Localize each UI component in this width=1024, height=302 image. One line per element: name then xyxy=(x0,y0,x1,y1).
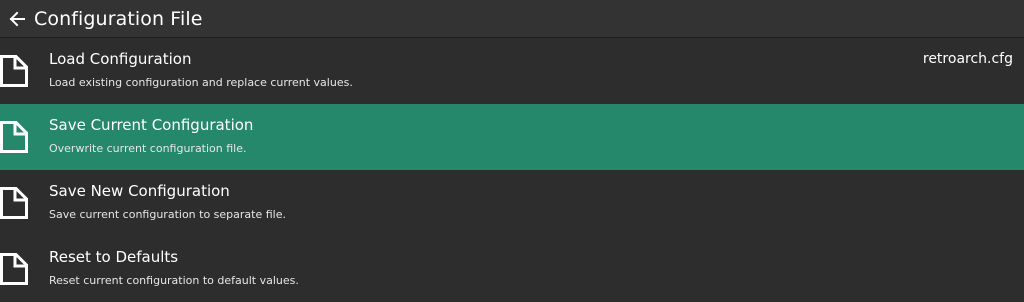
file-icon xyxy=(0,121,28,153)
menu-item-save-current-configuration[interactable]: Save Current Configuration Overwrite cur… xyxy=(0,104,1024,170)
file-icon xyxy=(0,187,28,219)
page-title: Configuration File xyxy=(34,7,203,30)
back-button[interactable] xyxy=(4,6,30,32)
menu-item-label: Save Current Configuration xyxy=(49,116,254,134)
menu-item-label: Reset to Defaults xyxy=(49,248,179,266)
file-icon xyxy=(0,253,28,285)
menu-item-value: retroarch.cfg xyxy=(922,51,1013,67)
menu-item-label: Load Configuration xyxy=(49,50,192,68)
menu-item-label: Save New Configuration xyxy=(49,182,230,200)
menu-item-sublabel: Load existing configuration and replace … xyxy=(49,76,353,89)
arrow-left-icon xyxy=(9,11,25,26)
menu-item-sublabel: Save current configuration to separate f… xyxy=(49,208,286,221)
menu-item-sublabel: Reset current configuration to default v… xyxy=(49,274,299,287)
file-icon xyxy=(0,55,28,87)
menu-item-sublabel: Overwrite current configuration file. xyxy=(49,142,247,155)
header-bar: Configuration File xyxy=(0,0,1024,38)
menu-item-load-configuration[interactable]: Load Configuration Load existing configu… xyxy=(0,38,1024,104)
menu-item-reset-to-defaults[interactable]: Reset to Defaults Reset current configur… xyxy=(0,236,1024,302)
menu-list: Load Configuration Load existing configu… xyxy=(0,38,1024,302)
menu-item-save-new-configuration[interactable]: Save New Configuration Save current conf… xyxy=(0,170,1024,236)
